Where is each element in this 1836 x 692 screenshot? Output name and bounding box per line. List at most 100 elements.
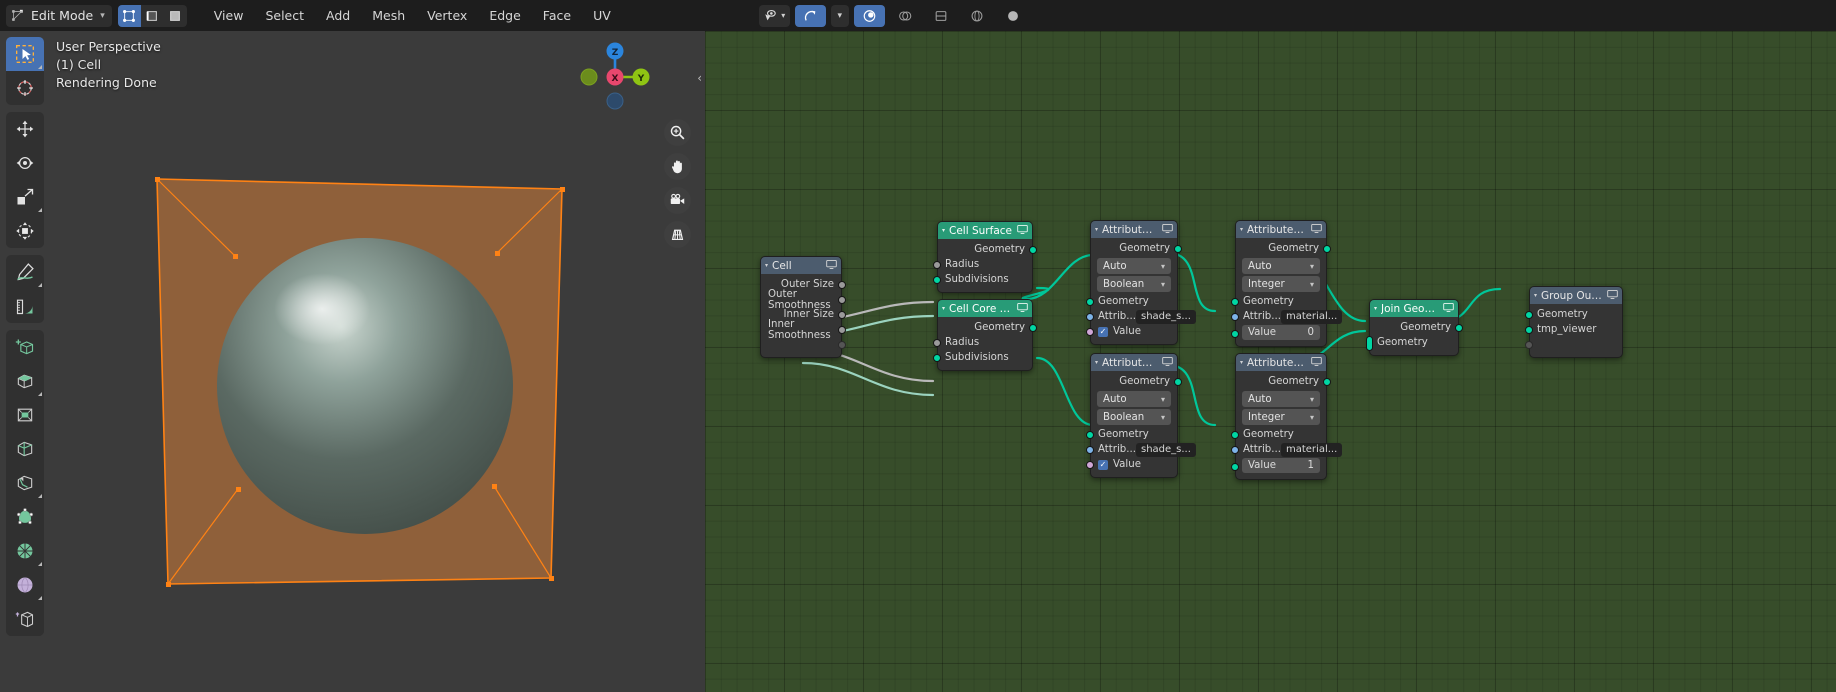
mode-select-dropdown[interactable]: Edit Mode ▾ (6, 4, 112, 27)
attribute-name-field[interactable]: material... (1280, 309, 1343, 324)
node-collapse-triangle-icon[interactable]: ▾ (1374, 305, 1377, 312)
node-input-row[interactable]: Subdivisions (933, 272, 1032, 287)
move-tool[interactable] (6, 112, 44, 146)
inset-faces-tool[interactable] (6, 398, 44, 432)
output-socket-geometry[interactable] (1323, 244, 1331, 253)
node-cell-core-surface[interactable]: ▾ Cell Core Surface Geometry Radius Subd… (933, 299, 1037, 371)
shading-solid-button[interactable] (998, 5, 1029, 27)
domain-dropdown[interactable]: Auto ▾ (1097, 391, 1171, 407)
attribute-name-field[interactable]: material... (1280, 442, 1343, 457)
output-socket-geometry[interactable] (1174, 244, 1182, 253)
input-socket-subdivisions[interactable] (933, 353, 941, 362)
node-preview-icon[interactable] (1607, 289, 1618, 302)
node-output-row[interactable]: Geometry (1091, 374, 1182, 389)
menu-face[interactable]: Face (533, 5, 581, 27)
node-preview-icon[interactable] (1162, 356, 1173, 369)
vertex-select-mode-button[interactable] (117, 4, 141, 27)
sidebar-collapse-icon[interactable]: ‹ (697, 71, 702, 85)
measure-tool[interactable] (6, 289, 44, 323)
node-input-row[interactable]: Geometry (1525, 307, 1622, 322)
menu-add[interactable]: Add (316, 5, 360, 27)
node-input-row[interactable]: Radius (933, 257, 1032, 272)
node-collapse-triangle-icon[interactable]: ▾ (942, 227, 945, 234)
output-socket-geometry[interactable] (1323, 377, 1331, 386)
node-output-row[interactable]: Geometry (1236, 374, 1331, 389)
input-socket-geometry[interactable] (1525, 310, 1533, 319)
output-socket[interactable] (838, 325, 846, 334)
domain-dropdown[interactable]: Auto ▾ (1242, 258, 1320, 274)
output-socket[interactable] (838, 295, 846, 304)
output-socket-geometry[interactable] (1455, 323, 1463, 332)
navigation-gizmo[interactable]: Z Y X (577, 37, 653, 113)
input-socket-radius[interactable] (933, 338, 941, 347)
input-socket-geometry[interactable] (1231, 297, 1239, 306)
menu-vertex[interactable]: Vertex (417, 5, 477, 27)
node-preview-icon[interactable] (1311, 223, 1322, 236)
node-join-geometry-header[interactable]: ▾ Join Geometry (1370, 300, 1458, 317)
snap-magnet-button[interactable] (794, 4, 826, 27)
node-join-geometry[interactable]: ▾ Join Geometry Geometry Geometry (1366, 299, 1463, 356)
node-output-row[interactable]: Geometry (938, 242, 1037, 257)
node-attribute-fill-3[interactable]: ▾ Attribute Fill Geometry Auto ▾ Boolean… (1086, 353, 1196, 478)
node-collapse-triangle-icon[interactable]: ▾ (1240, 226, 1243, 233)
smooth-tool[interactable] (6, 568, 44, 602)
node-input-row-attribute[interactable]: Attrib... material... (1231, 309, 1343, 324)
output-socket-virtual[interactable] (838, 340, 846, 349)
node-input-row-value[interactable]: Value 0 (1231, 325, 1326, 340)
input-socket-tmp-viewer[interactable] (1525, 325, 1533, 334)
node-collapse-triangle-icon[interactable]: ▾ (1095, 226, 1098, 233)
input-socket-subdivisions[interactable] (933, 275, 941, 284)
node-cell-surface[interactable]: ▾ Cell Surface Geometry Radius Subdivisi… (933, 221, 1037, 293)
node-cell-surface-header[interactable]: ▾ Cell Surface (938, 222, 1032, 239)
node-output-row-empty[interactable] (761, 337, 846, 352)
node-input-row[interactable]: Geometry (1366, 335, 1458, 351)
input-socket-geometry[interactable] (1231, 430, 1239, 439)
tweak-select-box-tool[interactable] (6, 37, 44, 71)
bevel-tool[interactable] (6, 432, 44, 466)
node-input-row[interactable]: Geometry (1086, 427, 1177, 442)
node-output-row[interactable]: Inner Smoothness (761, 319, 846, 341)
edge-select-mode-button[interactable] (140, 4, 164, 27)
menu-edge[interactable]: Edge (479, 5, 530, 27)
node-preview-icon[interactable] (1017, 224, 1028, 237)
node-input-row[interactable]: Geometry (1086, 294, 1177, 309)
menu-view[interactable]: View (204, 5, 254, 27)
knife-tool[interactable] (6, 500, 44, 534)
menu-uv[interactable]: UV (583, 5, 621, 27)
node-attribute-fill-1-header[interactable]: ▾ Attribute Fill (1091, 221, 1177, 238)
camera-view-button[interactable] (664, 187, 691, 214)
input-socket-value[interactable] (1086, 460, 1094, 469)
input-socket-value[interactable] (1086, 327, 1094, 336)
node-attribute-fill-1[interactable]: ▾ Attribute Fill Geometry Auto ▾ Boolean… (1086, 220, 1196, 345)
visibility-toggle-button[interactable]: ▾ (758, 4, 790, 27)
geometry-node-editor[interactable]: ▾ Cell Outer Size Outer Smoothness Inner… (705, 31, 1836, 692)
node-collapse-triangle-icon[interactable]: ▾ (765, 262, 768, 269)
viewport-overlays-button[interactable] (890, 5, 921, 27)
node-attribute-fill-2[interactable]: ▾ Attribute Fill Geometry Auto ▾ Integer… (1231, 220, 1343, 347)
node-collapse-triangle-icon[interactable]: ▾ (1534, 292, 1537, 299)
attribute-name-field[interactable]: shade_s... (1135, 309, 1196, 324)
input-socket-geometry[interactable] (1086, 297, 1094, 306)
input-socket-value[interactable] (1231, 330, 1239, 338)
node-output-row[interactable]: Geometry (938, 320, 1037, 335)
node-input-row[interactable]: Subdivisions (933, 350, 1032, 365)
node-cell-header[interactable]: ▾ Cell (761, 257, 841, 274)
output-socket-geometry[interactable] (1174, 377, 1182, 386)
data-type-dropdown[interactable]: Boolean ▾ (1097, 409, 1171, 425)
input-socket-geometry-multi[interactable] (1366, 335, 1373, 351)
shear-tool[interactable] (6, 602, 44, 636)
cursor-tool[interactable] (6, 71, 44, 105)
node-preview-icon[interactable] (1443, 302, 1454, 315)
node-collapse-triangle-icon[interactable]: ▾ (942, 305, 945, 312)
output-socket-geometry[interactable] (1029, 245, 1037, 254)
node-preview-icon[interactable] (1162, 223, 1173, 236)
domain-dropdown[interactable]: Auto ▾ (1097, 258, 1171, 274)
ortho-perspective-button[interactable] (664, 221, 691, 248)
rotate-tool[interactable] (6, 146, 44, 180)
data-type-dropdown[interactable]: Integer ▾ (1242, 276, 1320, 292)
node-input-row[interactable]: Geometry (1231, 294, 1326, 309)
output-socket[interactable] (838, 310, 846, 319)
shading-wireframe-button[interactable] (962, 5, 993, 27)
attribute-name-field[interactable]: shade_s... (1135, 442, 1196, 457)
node-attribute-fill-4[interactable]: ▾ Attribute Fill Geometry Auto ▾ Integer… (1231, 353, 1343, 480)
